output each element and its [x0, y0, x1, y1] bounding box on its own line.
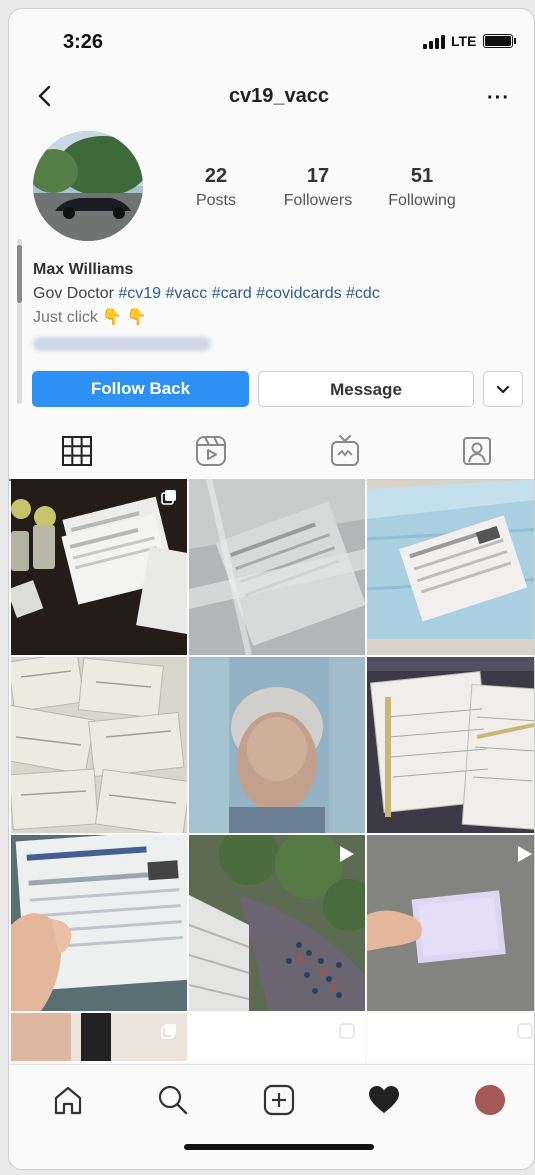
- grid-post-7[interactable]: [11, 835, 187, 1011]
- profile-bio: Max Williams Gov Doctor #cv19 #vacc #car…: [33, 261, 513, 351]
- tagged-icon: [463, 437, 491, 465]
- profile-avatar[interactable]: [33, 131, 143, 241]
- nav-home[interactable]: [51, 1083, 85, 1117]
- grid-icon: [62, 436, 92, 466]
- profile-name: Max Williams: [33, 261, 134, 278]
- nav-activity[interactable]: [367, 1083, 401, 1117]
- grid-post-4[interactable]: [11, 657, 187, 833]
- instagram-profile-screen: 3:26 LTE cv19_vacc ··· 22 Posts 17 Follo…: [8, 8, 535, 1170]
- car-photo-icon: [33, 131, 143, 241]
- followers-count-label: Followers: [283, 192, 353, 209]
- activity-heart-icon: [369, 1086, 399, 1113]
- carousel-icon: [161, 1024, 176, 1039]
- blurred-link[interactable]: [33, 337, 211, 351]
- nav-profile[interactable]: [473, 1083, 507, 1117]
- grid-post-10[interactable]: [11, 1013, 187, 1061]
- profile-tabs: [9, 427, 534, 477]
- home-indicator: [184, 1144, 374, 1150]
- bio-line: Gov Doctor #cv19 #vacc #card #covidcards…: [33, 285, 513, 303]
- nav-search[interactable]: [156, 1083, 190, 1117]
- posts-count-value: 22: [204, 165, 228, 187]
- search-icon: [158, 1085, 188, 1115]
- grid-post-11[interactable]: [189, 1013, 365, 1061]
- message-button[interactable]: Message: [258, 371, 474, 407]
- bio-text: Gov Doctor: [33, 285, 119, 302]
- profile-username: cv19_vacc: [228, 85, 330, 107]
- bio-hashtags[interactable]: #cv19 #vacc #card #covidcards #cdc: [118, 285, 379, 302]
- profile-avatar-icon: [475, 1085, 505, 1115]
- video-play-icon: [340, 846, 354, 862]
- follow-back-button[interactable]: Follow Back: [32, 371, 249, 407]
- tab-tagged[interactable]: [459, 433, 495, 469]
- followers-count-value: 17: [306, 165, 330, 187]
- followers-count[interactable]: 17 Followers: [268, 165, 368, 210]
- following-count-value: 51: [410, 165, 434, 187]
- status-time: 3:26: [63, 31, 104, 53]
- battery-icon: [483, 34, 516, 48]
- grid-post-5[interactable]: [189, 657, 365, 833]
- grid-post-2[interactable]: [189, 479, 365, 655]
- igtv-icon: [331, 435, 359, 466]
- reels-icon: [196, 436, 226, 466]
- grid-post-6[interactable]: [367, 657, 534, 833]
- bio-line-2: Just click 👇 👇: [33, 309, 147, 326]
- chevron-left-icon: [38, 85, 51, 107]
- carousel-icon: [517, 1023, 533, 1039]
- posts-count[interactable]: 22 Posts: [166, 165, 266, 210]
- grid-post-8[interactable]: [189, 835, 365, 1011]
- grid-post-9[interactable]: [367, 835, 534, 1011]
- tab-grid[interactable]: [59, 433, 95, 469]
- tab-reels[interactable]: [193, 433, 229, 469]
- carousel-icon: [339, 1023, 355, 1039]
- back-button[interactable]: [31, 81, 61, 111]
- tab-igtv[interactable]: [327, 433, 363, 469]
- carousel-icon: [161, 490, 176, 505]
- grid-post-3[interactable]: [367, 479, 534, 655]
- scrollbar[interactable]: [17, 239, 22, 404]
- video-play-icon: [518, 846, 532, 862]
- network-label: LTE: [451, 33, 477, 49]
- following-count-label: Following: [388, 192, 456, 209]
- status-bar: 3:26 LTE: [9, 9, 534, 69]
- grid-post-1[interactable]: [11, 479, 187, 655]
- bottom-navigation: [9, 1064, 534, 1169]
- suggested-accounts-button[interactable]: [483, 371, 523, 407]
- more-options-button[interactable]: ···: [487, 87, 510, 110]
- grid-post-12[interactable]: [367, 1013, 534, 1061]
- home-icon: [54, 1086, 82, 1115]
- chevron-down-icon: [496, 385, 510, 394]
- new-post-icon: [263, 1084, 295, 1116]
- following-count[interactable]: 51 Following: [372, 165, 472, 210]
- signal-icon: [423, 35, 445, 49]
- nav-new-post[interactable]: [262, 1083, 296, 1117]
- posts-count-label: Posts: [195, 192, 236, 209]
